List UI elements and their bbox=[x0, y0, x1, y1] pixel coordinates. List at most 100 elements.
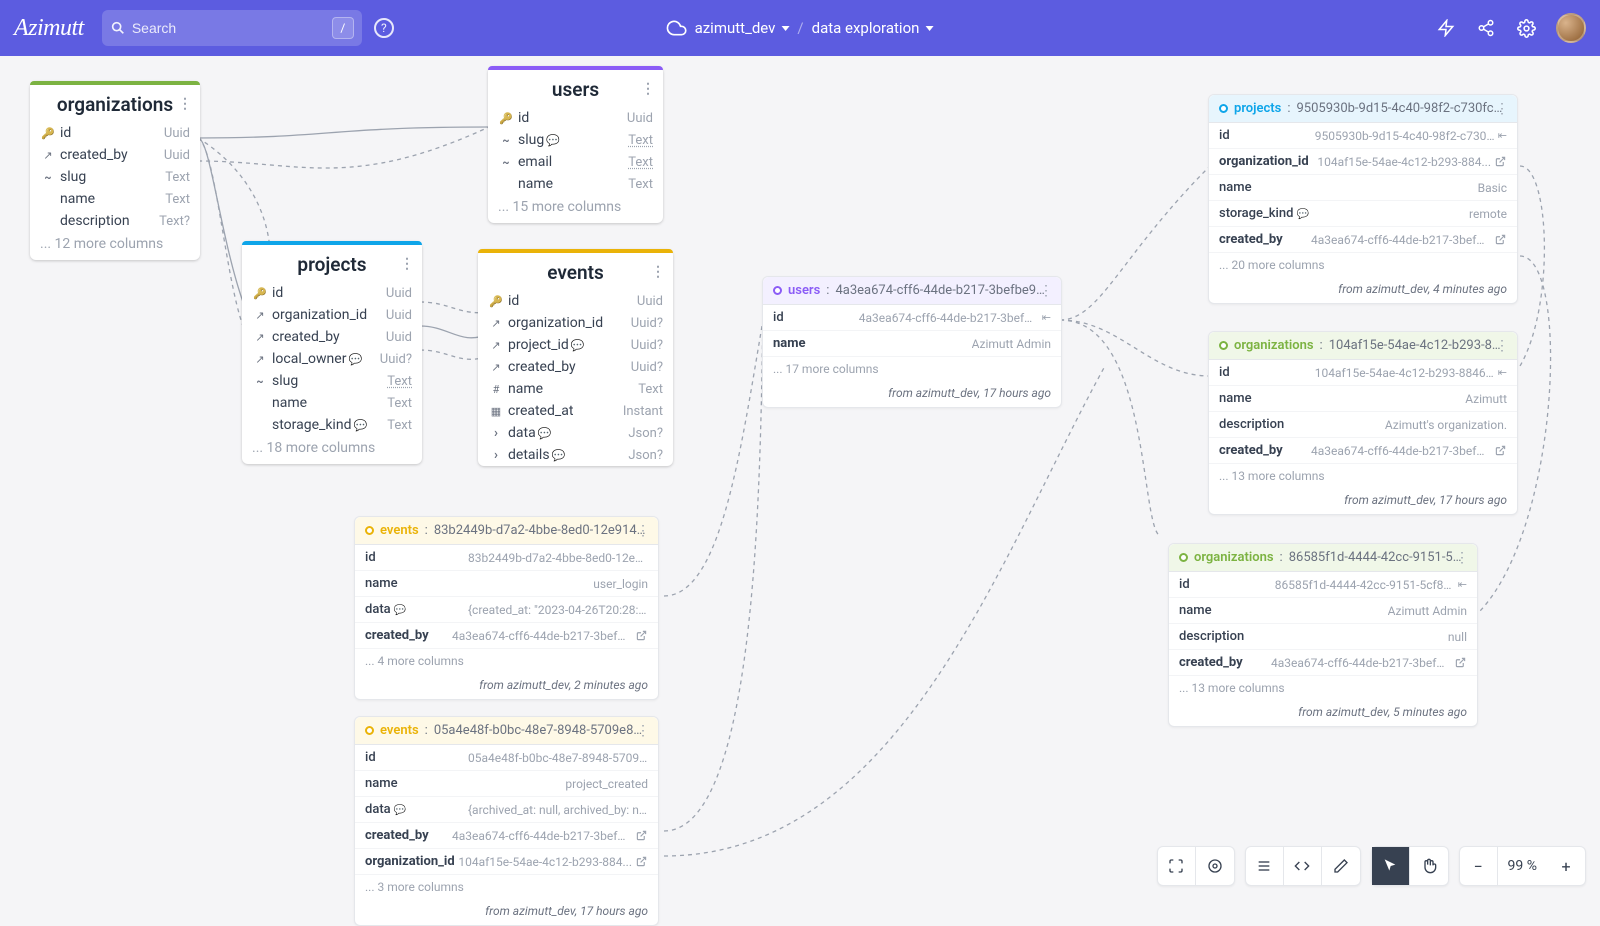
help-icon[interactable]: ? bbox=[374, 18, 394, 38]
pointer-icon[interactable] bbox=[1372, 847, 1410, 885]
card-menu-icon[interactable]: ⋮ bbox=[641, 86, 655, 92]
column-row[interactable]: nameText bbox=[488, 173, 663, 195]
column-row[interactable]: slugText bbox=[30, 166, 200, 188]
card-menu-icon[interactable]: ⋮ bbox=[651, 269, 665, 275]
detail-card-organizations[interactable]: organizations:104af15e-54ae-4c12-b293-88… bbox=[1208, 331, 1518, 515]
external-link-icon[interactable] bbox=[1495, 234, 1507, 246]
table-card-users[interactable]: users⋮ idUuidslug💬TextemailTextnameText … bbox=[488, 66, 663, 223]
detail-row[interactable]: id83b2449b-d7a2-4bbe-8ed0-12e91416333f bbox=[355, 545, 658, 571]
detail-row[interactable]: data 💬{created_at: "2023-04-26T20:28:27.… bbox=[355, 597, 658, 623]
search-container[interactable]: / bbox=[102, 10, 362, 46]
card-menu-icon[interactable]: ⋮ bbox=[1039, 288, 1053, 294]
column-row[interactable]: created_byUuid? bbox=[478, 356, 673, 378]
card-menu-icon[interactable]: ⋮ bbox=[1495, 106, 1509, 112]
detail-row[interactable]: organization_id104af15e-54ae-4c12-b293-8… bbox=[355, 849, 658, 875]
search-input[interactable] bbox=[132, 20, 332, 36]
column-row[interactable]: created_byUuid bbox=[30, 144, 200, 166]
more-columns[interactable]: ... 13 more columns bbox=[1209, 464, 1517, 488]
card-menu-icon[interactable]: ⋮ bbox=[178, 101, 192, 107]
column-row[interactable]: data💬Json? bbox=[478, 422, 673, 444]
detail-row[interactable]: created_by4a3ea674-cff6-44de-b217-3befbe… bbox=[1209, 227, 1517, 253]
column-row[interactable]: project_id💬Uuid? bbox=[478, 334, 673, 356]
detail-row[interactable]: id4a3ea674-cff6-44de-b217-3befbe907a95⇤ bbox=[763, 305, 1061, 331]
detail-row[interactable]: created_by4a3ea674-cff6-44de-b217-3befbe… bbox=[1169, 650, 1477, 676]
more-columns[interactable]: ... 20 more columns bbox=[1209, 253, 1517, 277]
detail-row[interactable]: id05a4e48f-b0bc-48e7-8948-5709e83b9e4a bbox=[355, 745, 658, 771]
detail-row[interactable]: id9505930b-9d15-4c40-98f2-c730fcbef2dd⇤ bbox=[1209, 123, 1517, 149]
external-link-icon[interactable] bbox=[636, 830, 648, 842]
detail-row[interactable]: descriptionAzimutt's organization. bbox=[1209, 412, 1517, 438]
detail-row[interactable]: nameAzimutt bbox=[1209, 386, 1517, 412]
column-row[interactable]: created_atInstant bbox=[478, 400, 673, 422]
more-columns[interactable]: ... 13 more columns bbox=[1169, 676, 1477, 700]
column-row[interactable]: idUuid bbox=[488, 107, 663, 129]
more-columns[interactable]: ... 12 more columns bbox=[30, 232, 200, 260]
table-card-events[interactable]: events⋮ idUuidorganization_idUuid?projec… bbox=[478, 249, 673, 466]
detail-row[interactable]: id104af15e-54ae-4c12-b293-8846be293203⇤ bbox=[1209, 360, 1517, 386]
column-row[interactable]: nameText bbox=[478, 378, 673, 400]
zoom-out-button[interactable]: − bbox=[1460, 847, 1498, 885]
hand-icon[interactable] bbox=[1410, 847, 1448, 885]
detail-row[interactable]: descriptionnull bbox=[1169, 624, 1477, 650]
logo[interactable]: Azimutt bbox=[14, 15, 84, 42]
external-link-icon[interactable] bbox=[1495, 156, 1507, 168]
detail-row[interactable]: nameAzimutt Admin bbox=[763, 331, 1061, 357]
table-card-organizations[interactable]: organizations⋮ idUuidcreated_byUuidslugT… bbox=[30, 81, 200, 260]
column-row[interactable]: descriptionText? bbox=[30, 210, 200, 232]
detail-row[interactable]: nameAzimutt Admin bbox=[1169, 598, 1477, 624]
detail-card-events[interactable]: events:83b2449b-d7a2-4bbe-8ed0-12e914163… bbox=[354, 516, 659, 700]
more-columns[interactable]: ... 15 more columns bbox=[488, 195, 663, 223]
external-link-icon[interactable] bbox=[636, 856, 648, 868]
card-menu-icon[interactable]: ⋮ bbox=[1495, 343, 1509, 349]
list-icon[interactable] bbox=[1246, 847, 1284, 885]
zoom-in-button[interactable]: + bbox=[1547, 847, 1585, 885]
column-row[interactable]: details💬Json? bbox=[478, 444, 673, 466]
canvas[interactable]: .w{fill:none;stroke:#9ca3af;stroke-width… bbox=[0, 56, 1600, 900]
detail-row[interactable]: created_by4a3ea674-cff6-44de-b217-3befbe… bbox=[355, 623, 658, 649]
more-columns[interactable]: ... 4 more columns bbox=[355, 649, 658, 673]
column-row[interactable]: idUuid bbox=[242, 282, 422, 304]
external-link-icon[interactable] bbox=[1455, 657, 1467, 669]
column-row[interactable]: organization_idUuid? bbox=[478, 312, 673, 334]
detail-card-events[interactable]: events:05a4e48f-b0bc-48e7-8948-5709e83b9… bbox=[354, 716, 659, 926]
external-link-icon[interactable] bbox=[1495, 445, 1507, 457]
external-link-icon[interactable] bbox=[636, 630, 648, 642]
detail-row[interactable]: nameproject_created bbox=[355, 771, 658, 797]
detail-row[interactable]: storage_kind 💬remote bbox=[1209, 201, 1517, 227]
column-row[interactable]: organization_idUuid bbox=[242, 304, 422, 326]
detail-card-users[interactable]: users:4a3ea674-cff6-44de-b217-3befbe907a… bbox=[762, 276, 1062, 408]
column-row[interactable]: created_byUuid bbox=[242, 326, 422, 348]
detail-row[interactable]: organization_id104af15e-54ae-4c12-b293-8… bbox=[1209, 149, 1517, 175]
more-columns[interactable]: ... 17 more columns bbox=[763, 357, 1061, 381]
gear-icon[interactable] bbox=[1516, 18, 1536, 38]
more-columns[interactable]: ... 3 more columns bbox=[355, 875, 658, 899]
breadcrumb-db[interactable]: azimutt_dev bbox=[695, 19, 790, 37]
detail-card-organizations[interactable]: organizations:86585f1d-4444-42cc-9151-5c… bbox=[1168, 543, 1478, 727]
center-icon[interactable] bbox=[1196, 847, 1234, 885]
detail-card-projects[interactable]: projects:9505930b-9d15-4c40-98f2-c730fcb… bbox=[1208, 94, 1518, 304]
share-icon[interactable] bbox=[1476, 18, 1496, 38]
detail-row[interactable]: created_by4a3ea674-cff6-44de-b217-3befbe… bbox=[355, 823, 658, 849]
column-row[interactable]: slug💬Text bbox=[488, 129, 663, 151]
column-row[interactable]: local_owner💬Uuid? bbox=[242, 348, 422, 370]
detail-row[interactable]: nameBasic bbox=[1209, 175, 1517, 201]
card-menu-icon[interactable]: ⋮ bbox=[636, 728, 650, 734]
detail-row[interactable]: nameuser_login bbox=[355, 571, 658, 597]
column-row[interactable]: storage_kind💬Text bbox=[242, 414, 422, 436]
column-row[interactable]: slugText bbox=[242, 370, 422, 392]
more-columns[interactable]: ... 18 more columns bbox=[242, 436, 422, 464]
column-row[interactable]: nameText bbox=[30, 188, 200, 210]
detail-row[interactable]: data 💬{archived_at: null, archived_by: n… bbox=[355, 797, 658, 823]
card-menu-icon[interactable]: ⋮ bbox=[400, 261, 414, 267]
bolt-icon[interactable] bbox=[1436, 18, 1456, 38]
column-row[interactable]: idUuid bbox=[478, 290, 673, 312]
breadcrumb-view[interactable]: data exploration bbox=[812, 19, 934, 37]
card-menu-icon[interactable]: ⋮ bbox=[1455, 555, 1469, 561]
avatar[interactable] bbox=[1556, 13, 1586, 43]
card-menu-icon[interactable]: ⋮ bbox=[636, 528, 650, 534]
table-card-projects[interactable]: projects⋮ idUuidorganization_idUuidcreat… bbox=[242, 241, 422, 464]
detail-row[interactable]: id86585f1d-4444-42cc-9151-5cf8e86fd0c2⇤ bbox=[1169, 572, 1477, 598]
code-icon[interactable] bbox=[1284, 847, 1322, 885]
column-row[interactable]: nameText bbox=[242, 392, 422, 414]
fit-icon[interactable] bbox=[1158, 847, 1196, 885]
